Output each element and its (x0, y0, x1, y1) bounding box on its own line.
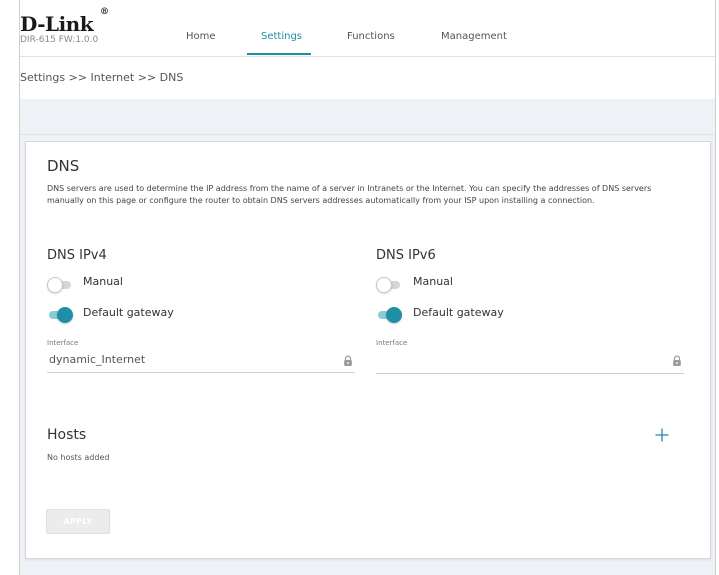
ipv6-manual-label: Manual (413, 275, 453, 288)
ipv4-default-gateway-label: Default gateway (83, 306, 174, 319)
nav-functions[interactable]: Functions (347, 31, 395, 42)
ipv4-interface-value[interactable]: dynamic_Internet (49, 353, 145, 366)
hosts-empty-text: No hosts added (47, 453, 110, 462)
ipv4-manual-toggle[interactable] (47, 277, 73, 293)
dns-title: DNS (47, 157, 80, 175)
dns-ipv4-title: DNS IPv4 (47, 248, 107, 263)
ipv4-interface-underline (47, 372, 355, 373)
apply-button[interactable]: APPLY (46, 509, 110, 534)
ipv6-interface-underline (376, 373, 684, 374)
dns-settings-card: DNS DNS servers are used to determine th… (25, 141, 711, 559)
ipv4-interface-label: Interface (47, 339, 79, 347)
nav-management[interactable]: Management (441, 31, 507, 42)
band-divider (20, 134, 715, 135)
ipv4-default-gateway-toggle[interactable] (47, 307, 73, 323)
lock-icon (344, 355, 352, 366)
top-bar: D-Link ® DIR-615 FW:1.0.0 Home Settings F… (20, 0, 715, 57)
breadcrumb: Settings >> Internet >> DNS (20, 71, 184, 84)
dns-description: DNS servers are used to determine the IP… (47, 184, 652, 205)
lock-icon (673, 355, 681, 366)
nav-home[interactable]: Home (186, 31, 216, 42)
dlink-logo: D-Link ® (20, 7, 109, 36)
ipv6-default-gateway-label: Default gateway (413, 306, 504, 319)
plus-icon[interactable] (655, 428, 669, 442)
nav-active-indicator (247, 53, 311, 55)
ipv4-manual-label: Manual (83, 275, 123, 288)
ipv6-default-gateway-toggle[interactable] (376, 307, 402, 323)
page-frame-right (715, 0, 716, 575)
ipv6-manual-toggle[interactable] (376, 277, 402, 293)
ipv6-interface-label: Interface (376, 339, 408, 347)
hosts-title: Hosts (47, 427, 87, 443)
model-version: DIR-615 FW:1.0.0 (20, 35, 99, 45)
dns-ipv6-title: DNS IPv6 (376, 248, 436, 263)
nav-settings[interactable]: Settings (261, 31, 302, 42)
